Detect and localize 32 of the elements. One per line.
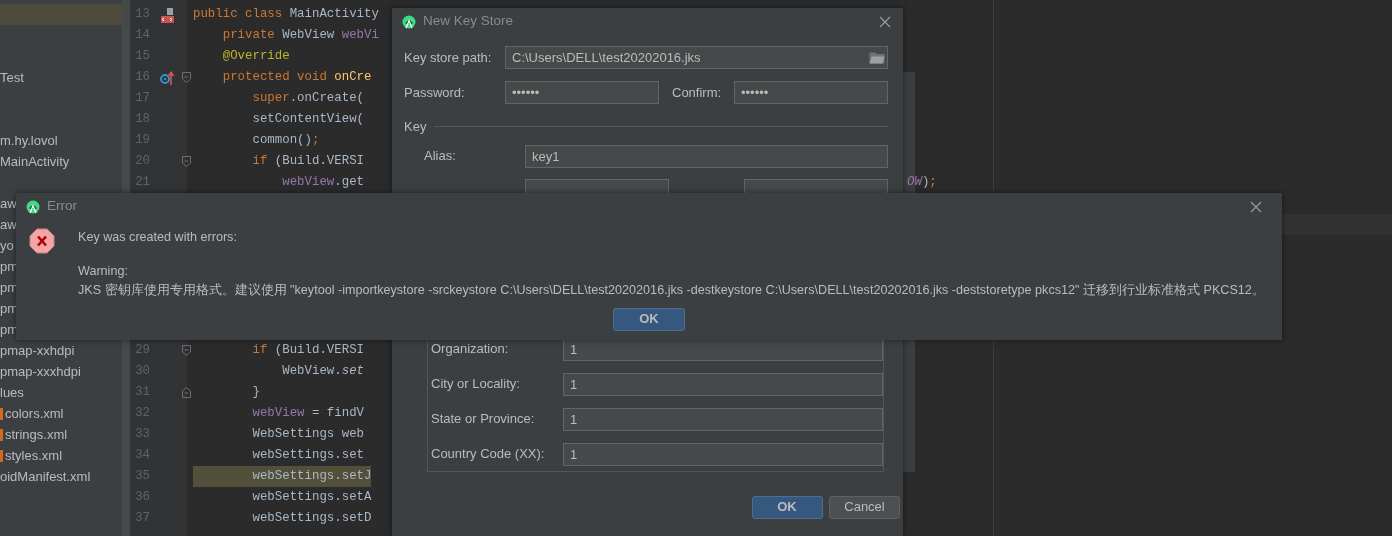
code-line: webView = findV [251, 405, 365, 422]
field-label: Country Code (XX): [431, 445, 546, 464]
code-line: } [251, 384, 260, 401]
code-line: private WebView webVi [221, 27, 379, 44]
code-line: if (Build.VERSI [251, 342, 365, 359]
field-label: Password: [404, 83, 466, 102]
code-line: public class MainActivity [193, 6, 379, 23]
dialog-title: Error [47, 197, 77, 216]
code-line: WebView.set [281, 363, 365, 380]
warning-message: JKS 密钥库使用专用格式。建议使用 "keytool -importkeystore -srckeystore C:\Users\DELL\test20202016.jks -destkeystore C:\Users\DELL\test20202016.jks -deststoretype pkcs12" 迁移到行业标准格式 PKCS12。 [78, 281, 1265, 299]
field-label: State or Province: [431, 410, 536, 429]
error-heading: Key was created with errors: [78, 229, 238, 246]
code-line: webSettings.setD [251, 510, 372, 527]
code-line: @Override [221, 48, 290, 65]
code-line: webSettings.set [251, 447, 365, 464]
field-label: Alias: [424, 147, 457, 166]
code-line: webView.get [281, 174, 365, 191]
code-line: common(); [251, 132, 320, 149]
field-label: City or Locality: [431, 375, 521, 394]
dialog-title: New Key Store [423, 12, 514, 31]
field-label: Key store path: [404, 48, 493, 67]
code-fragment: OW); [907, 174, 937, 191]
code-line: super.onCreate( [251, 90, 365, 107]
code-line: protected void onCre [221, 69, 372, 86]
code-line: webSettings.setA [251, 489, 372, 506]
field-label: Organization: [431, 340, 510, 359]
section-title: Key [404, 118, 427, 136]
code-line: WebSettings web [251, 426, 365, 443]
warning-label: Warning: [78, 262, 129, 280]
field-label: Confirm: [672, 83, 723, 102]
code-line: if (Build.VERSI [251, 153, 365, 170]
code-line: setContentView( [251, 111, 365, 128]
